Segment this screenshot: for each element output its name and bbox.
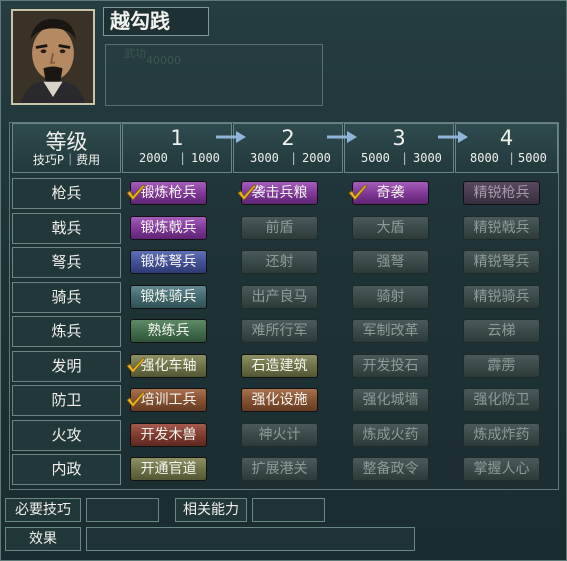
tech-button[interactable]: 扩展港关 <box>241 457 318 481</box>
tech-button[interactable]: 石造建筑 <box>241 354 318 378</box>
row-label: 防卫 <box>12 385 121 416</box>
faint-value: 40000 <box>146 54 181 67</box>
row-label: 火攻 <box>12 420 121 451</box>
tier-skill-points: 2000 <box>139 151 168 165</box>
tech-button[interactable]: 整备政令 <box>352 457 429 481</box>
tier-skill-points: 3000 <box>250 151 279 165</box>
skill-cost-label: 技巧P｜费用 <box>32 153 101 167</box>
tech-button[interactable]: 强化设施 <box>241 388 318 412</box>
tech-button[interactable]: 精锐戟兵 <box>463 216 540 240</box>
required-skill-label: 必要技巧 <box>5 498 81 522</box>
tier-cost: 1000 <box>191 151 220 165</box>
tech-button[interactable]: 军制改革 <box>352 319 429 343</box>
tech-window: 越勾践 武功 40000 等级 技巧P｜费用 1 2000 | 1000 2 3… <box>0 0 567 561</box>
tech-button[interactable]: 开发投石 <box>352 354 429 378</box>
tier-arrow-icon <box>327 131 357 143</box>
faint-label: 武功 <box>124 47 146 60</box>
tier-cost: 2000 <box>302 151 331 165</box>
tech-button[interactable]: 难所行军 <box>241 319 318 343</box>
tech-button[interactable]: 云梯 <box>463 319 540 343</box>
learned-check-icon <box>126 184 146 201</box>
tech-button[interactable]: 精锐骑兵 <box>463 285 540 309</box>
tech-button[interactable]: 精锐弩兵 <box>463 250 540 274</box>
row-label: 戟兵 <box>12 213 121 244</box>
tech-button[interactable]: 开通官道 <box>130 457 207 481</box>
info-panel: 武功 40000 <box>105 44 323 106</box>
tech-button[interactable]: 锻炼戟兵 <box>130 216 207 240</box>
tech-button[interactable]: 神火计 <box>241 423 318 447</box>
general-portrait <box>11 9 95 105</box>
tier-cost: 3000 <box>413 151 442 165</box>
tier-number: 1 <box>170 126 184 150</box>
tech-button[interactable]: 强化防卫 <box>463 388 540 412</box>
tech-button[interactable]: 出产良马 <box>241 285 318 309</box>
tech-button[interactable]: 炼成火药 <box>352 423 429 447</box>
related-ability-label: 相关能力 <box>175 498 247 522</box>
learned-check-icon <box>126 391 146 408</box>
tech-button[interactable]: 熟练兵 <box>130 319 207 343</box>
learned-check-icon <box>348 184 368 201</box>
tech-button[interactable]: 强弩 <box>352 250 429 274</box>
tier-number: 2 <box>281 126 295 150</box>
tech-button[interactable]: 大盾 <box>352 216 429 240</box>
tech-button[interactable]: 精锐枪兵 <box>463 181 540 205</box>
tech-button[interactable]: 前盾 <box>241 216 318 240</box>
tech-button[interactable]: 锻炼骑兵 <box>130 285 207 309</box>
learned-check-icon <box>126 357 146 374</box>
row-label: 枪兵 <box>12 178 121 209</box>
tier-number: 4 <box>499 126 514 150</box>
row-label: 内政 <box>12 454 121 485</box>
row-label: 炼兵 <box>12 316 121 347</box>
tier-skill-points: 5000 <box>361 151 390 165</box>
required-skill-field <box>86 498 159 522</box>
tier-skill-points: 8000 <box>470 151 499 165</box>
general-name: 越勾践 <box>103 7 209 36</box>
tech-button[interactable]: 开发木兽 <box>130 423 207 447</box>
tier-header-4: 4 8000 | 5000 <box>455 123 558 173</box>
row-label: 弩兵 <box>12 247 121 278</box>
related-ability-field <box>252 498 325 522</box>
tech-button[interactable]: 强化城墙 <box>352 388 429 412</box>
learned-check-icon <box>237 184 257 201</box>
tier-cost: 5000 <box>518 151 547 165</box>
tech-button[interactable]: 锻炼弩兵 <box>130 250 207 274</box>
effect-label: 效果 <box>5 527 81 551</box>
tech-button[interactable]: 还射 <box>241 250 318 274</box>
row-label: 发明 <box>12 351 121 382</box>
tech-button[interactable]: 骑射 <box>352 285 429 309</box>
tech-grid: 等级 技巧P｜费用 1 2000 | 1000 2 3000 | 2000 3 … <box>9 122 559 490</box>
tier-arrow-icon <box>438 131 468 143</box>
effect-field <box>86 527 415 551</box>
tier-number: 3 <box>392 126 406 150</box>
tech-button[interactable]: 掌握人心 <box>463 457 540 481</box>
tech-button[interactable]: 炼成炸药 <box>463 423 540 447</box>
level-header: 等级 技巧P｜费用 <box>12 123 121 173</box>
portrait-image <box>13 11 93 103</box>
row-label: 骑兵 <box>12 282 121 313</box>
tier-arrow-icon <box>216 131 246 143</box>
tech-button[interactable]: 霹雳 <box>463 354 540 378</box>
